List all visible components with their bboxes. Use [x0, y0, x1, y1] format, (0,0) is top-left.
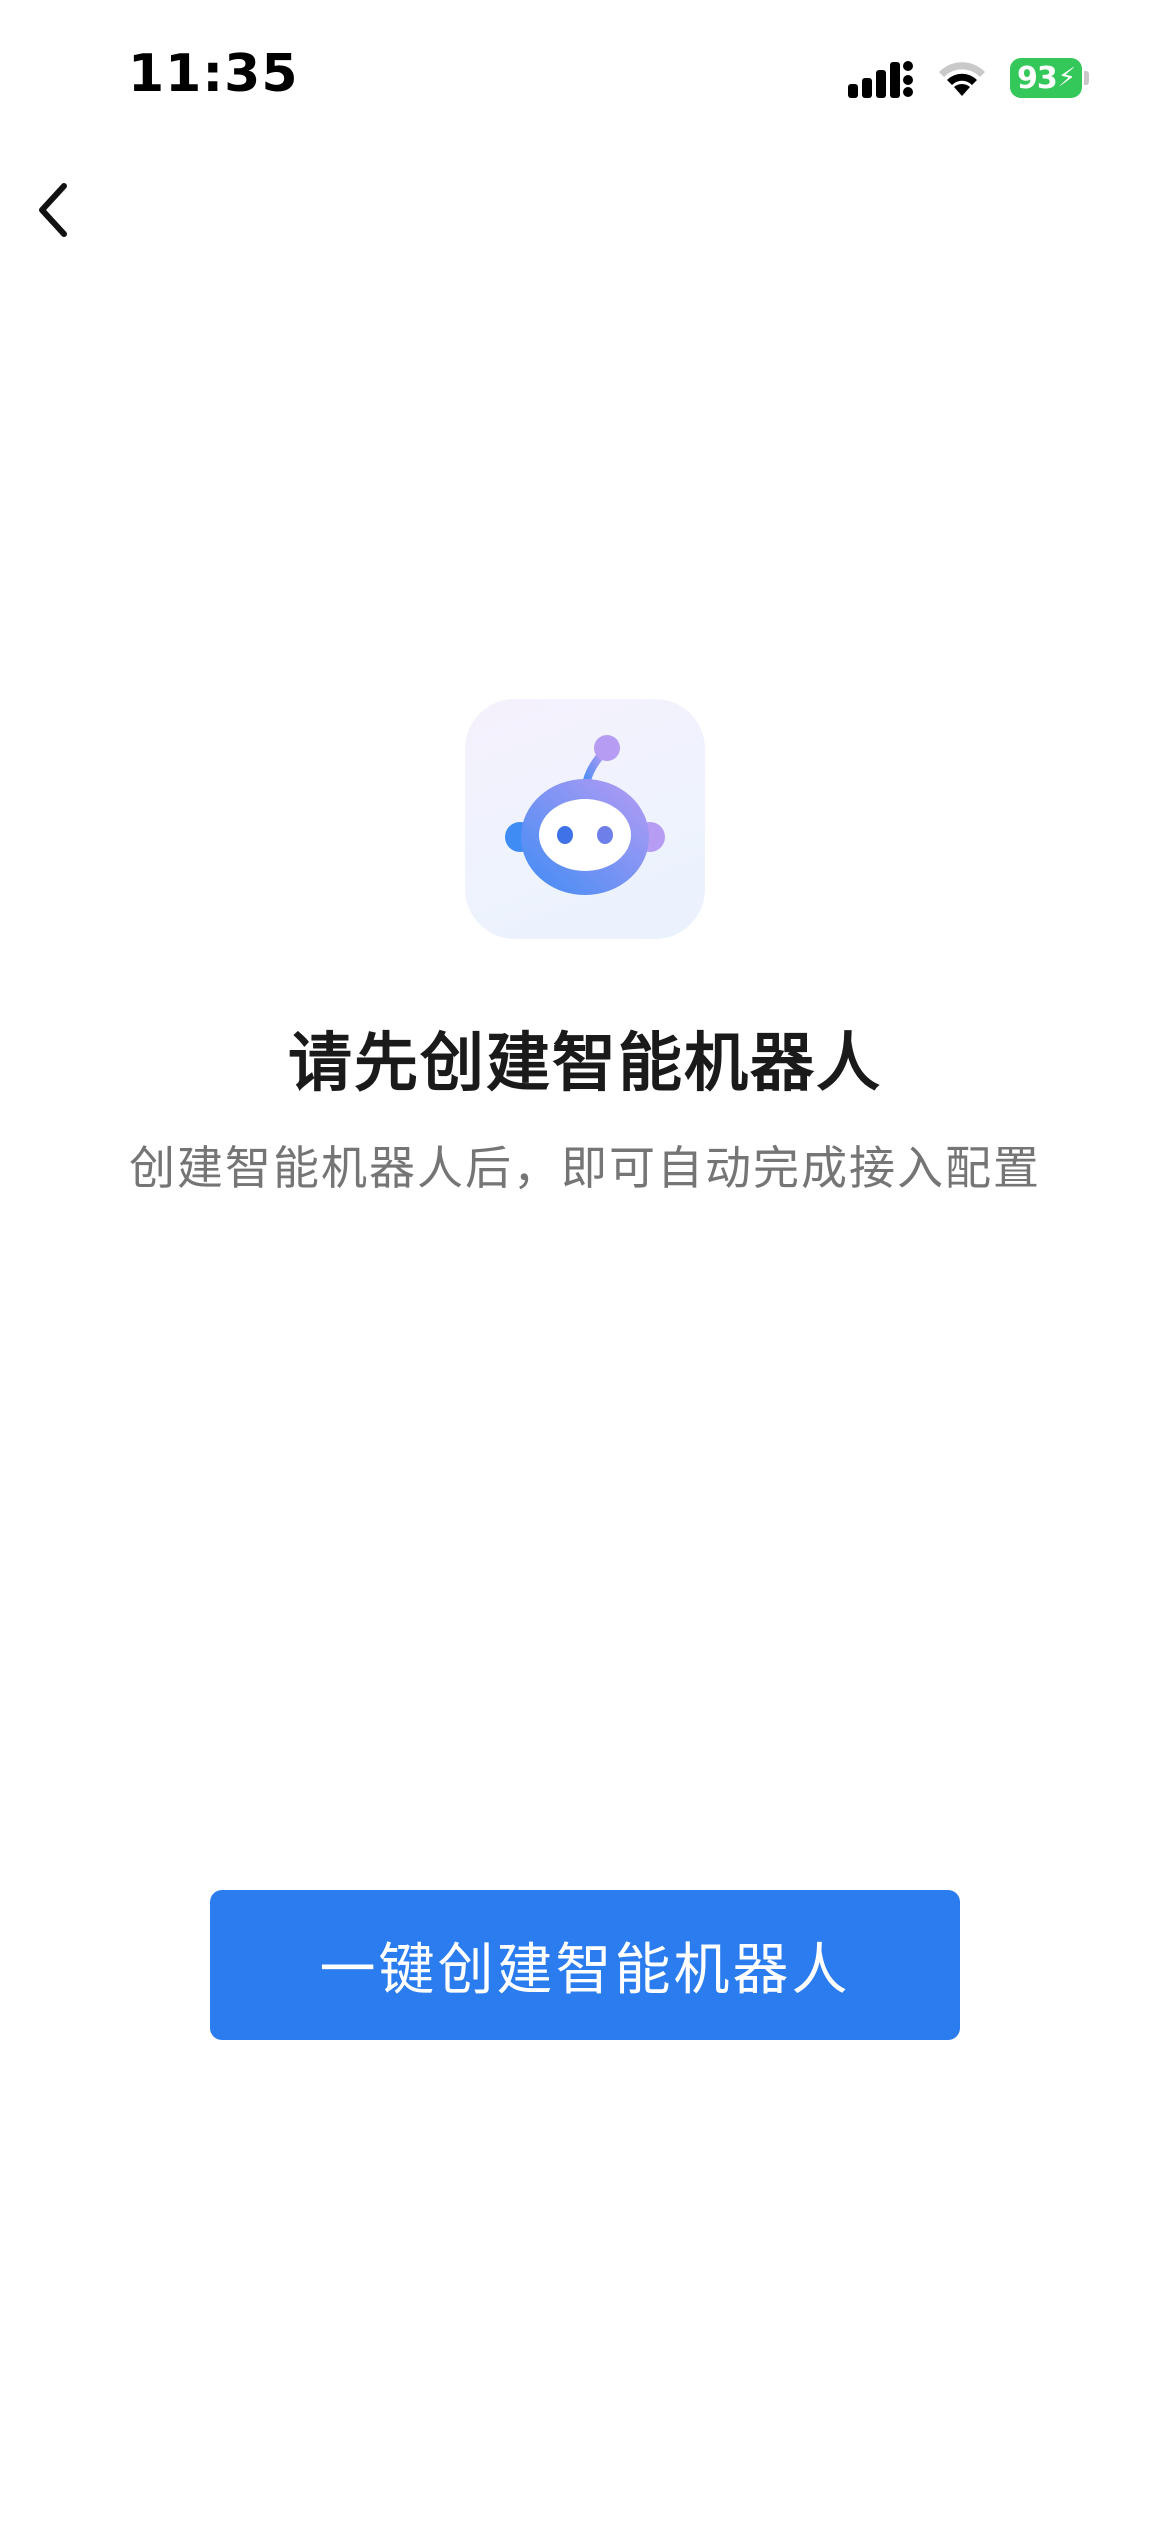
page-title: 请先创建智能机器人 [288, 1027, 882, 1101]
status-indicators: 93 ⚡ [848, 54, 1090, 102]
battery-level: 93 [1016, 60, 1058, 96]
wifi-icon [939, 62, 985, 96]
robot-icon [505, 735, 665, 895]
signal-icon [848, 61, 913, 98]
create-robot-button[interactable]: 一键创建智能机器人 [210, 1890, 960, 2040]
status-bar: 11:35 93 ⚡ [0, 0, 1170, 150]
battery-level-badge: 93 ⚡ [1010, 58, 1082, 98]
robot-illustration [465, 699, 705, 939]
status-time: 11:35 [128, 44, 299, 104]
chevron-left-icon [39, 183, 67, 237]
charging-bolt-icon: ⚡ [1057, 63, 1076, 93]
create-robot-screen: 11:35 93 ⚡ 请先创建智能机器人 创建智能机器人后，即可自动完成接入配置… [0, 0, 1170, 2532]
page-subtitle: 创建智能机器人后，即可自动完成接入配置 [129, 1141, 1041, 1195]
battery-cap [1084, 71, 1089, 85]
battery-icon: 93 ⚡ [1010, 58, 1090, 98]
back-button[interactable] [14, 170, 94, 250]
